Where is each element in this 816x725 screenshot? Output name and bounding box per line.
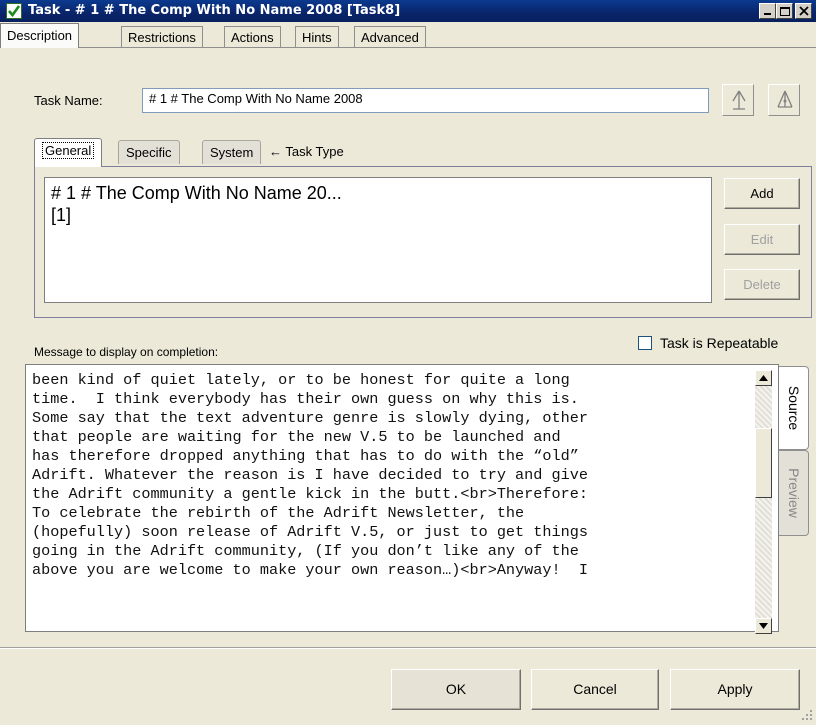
resize-grip-icon[interactable] xyxy=(798,706,814,722)
nav-branch-icon xyxy=(777,90,793,108)
nav-up-icon xyxy=(732,90,746,110)
delete-button[interactable]: Delete xyxy=(724,269,800,300)
minimize-button[interactable] xyxy=(759,3,776,19)
apply-button[interactable]: Apply xyxy=(670,669,800,710)
message-source-textarea[interactable]: been kind of quiet lately, or to be hone… xyxy=(25,364,779,632)
list-item[interactable]: [1] xyxy=(51,204,705,226)
nav-up-button[interactable] xyxy=(722,84,754,116)
list-item[interactable]: # 1 # The Comp With No Name 20... xyxy=(51,182,705,204)
subtab-general-label: General xyxy=(42,142,95,159)
minimize-icon xyxy=(764,13,771,15)
close-icon xyxy=(799,6,809,16)
scroll-down-button[interactable] xyxy=(755,618,772,634)
tab-preview-label: Preview xyxy=(785,468,802,518)
close-button[interactable] xyxy=(795,3,812,19)
tab-actions[interactable]: Actions xyxy=(224,26,281,47)
arrow-up-icon xyxy=(759,375,768,381)
tab-source-label: Source xyxy=(785,385,802,431)
maximize-icon xyxy=(780,7,790,16)
add-button[interactable]: Add xyxy=(724,178,800,209)
task-name-input[interactable]: # 1 # The Comp With No Name 2008 xyxy=(142,88,709,113)
repeatable-label: Task is Repeatable xyxy=(660,335,779,351)
tab-advanced[interactable]: Advanced xyxy=(354,26,426,47)
ok-button[interactable]: OK xyxy=(391,669,521,710)
subtab-system[interactable]: System xyxy=(202,140,262,164)
maximize-button[interactable] xyxy=(776,3,793,19)
tab-restrictions[interactable]: Restrictions xyxy=(121,26,203,47)
title-bar[interactable]: Task - # 1 # The Comp With No Name 2008 … xyxy=(0,0,816,22)
command-list[interactable]: # 1 # The Comp With No Name 20... [1] xyxy=(44,177,712,303)
cancel-button[interactable]: Cancel xyxy=(531,669,659,710)
task-name-label: Task Name: xyxy=(34,93,103,108)
nav-branch-button[interactable] xyxy=(768,84,800,116)
task-type-label: ← Task Type xyxy=(269,144,344,159)
repeatable-checkbox[interactable] xyxy=(638,336,652,350)
tab-source[interactable]: Source xyxy=(779,366,809,450)
tab-description[interactable]: Description xyxy=(0,23,80,48)
message-source-text: been kind of quiet lately, or to be hone… xyxy=(32,371,588,579)
arrow-down-icon xyxy=(759,623,768,629)
main-tab-strip: Description Restrictions Actions Hints A… xyxy=(0,23,816,48)
tab-hints[interactable]: Hints xyxy=(295,26,339,47)
scroll-up-button[interactable] xyxy=(755,370,772,386)
tab-preview[interactable]: Preview xyxy=(779,450,809,536)
checkmark-icon xyxy=(6,3,22,19)
edit-button[interactable]: Edit xyxy=(724,224,800,255)
footer-divider xyxy=(0,647,816,648)
window-title: Task - # 1 # The Comp With No Name 2008 … xyxy=(28,3,401,18)
message-label: Message to display on completion: xyxy=(34,345,219,359)
task-dialog-window: Task - # 1 # The Comp With No Name 2008 … xyxy=(0,0,816,724)
subtab-general[interactable]: General xyxy=(34,138,103,167)
scroll-thumb[interactable] xyxy=(755,428,772,498)
message-scrollbar[interactable] xyxy=(755,370,772,634)
subtab-specific[interactable]: Specific xyxy=(118,140,180,164)
